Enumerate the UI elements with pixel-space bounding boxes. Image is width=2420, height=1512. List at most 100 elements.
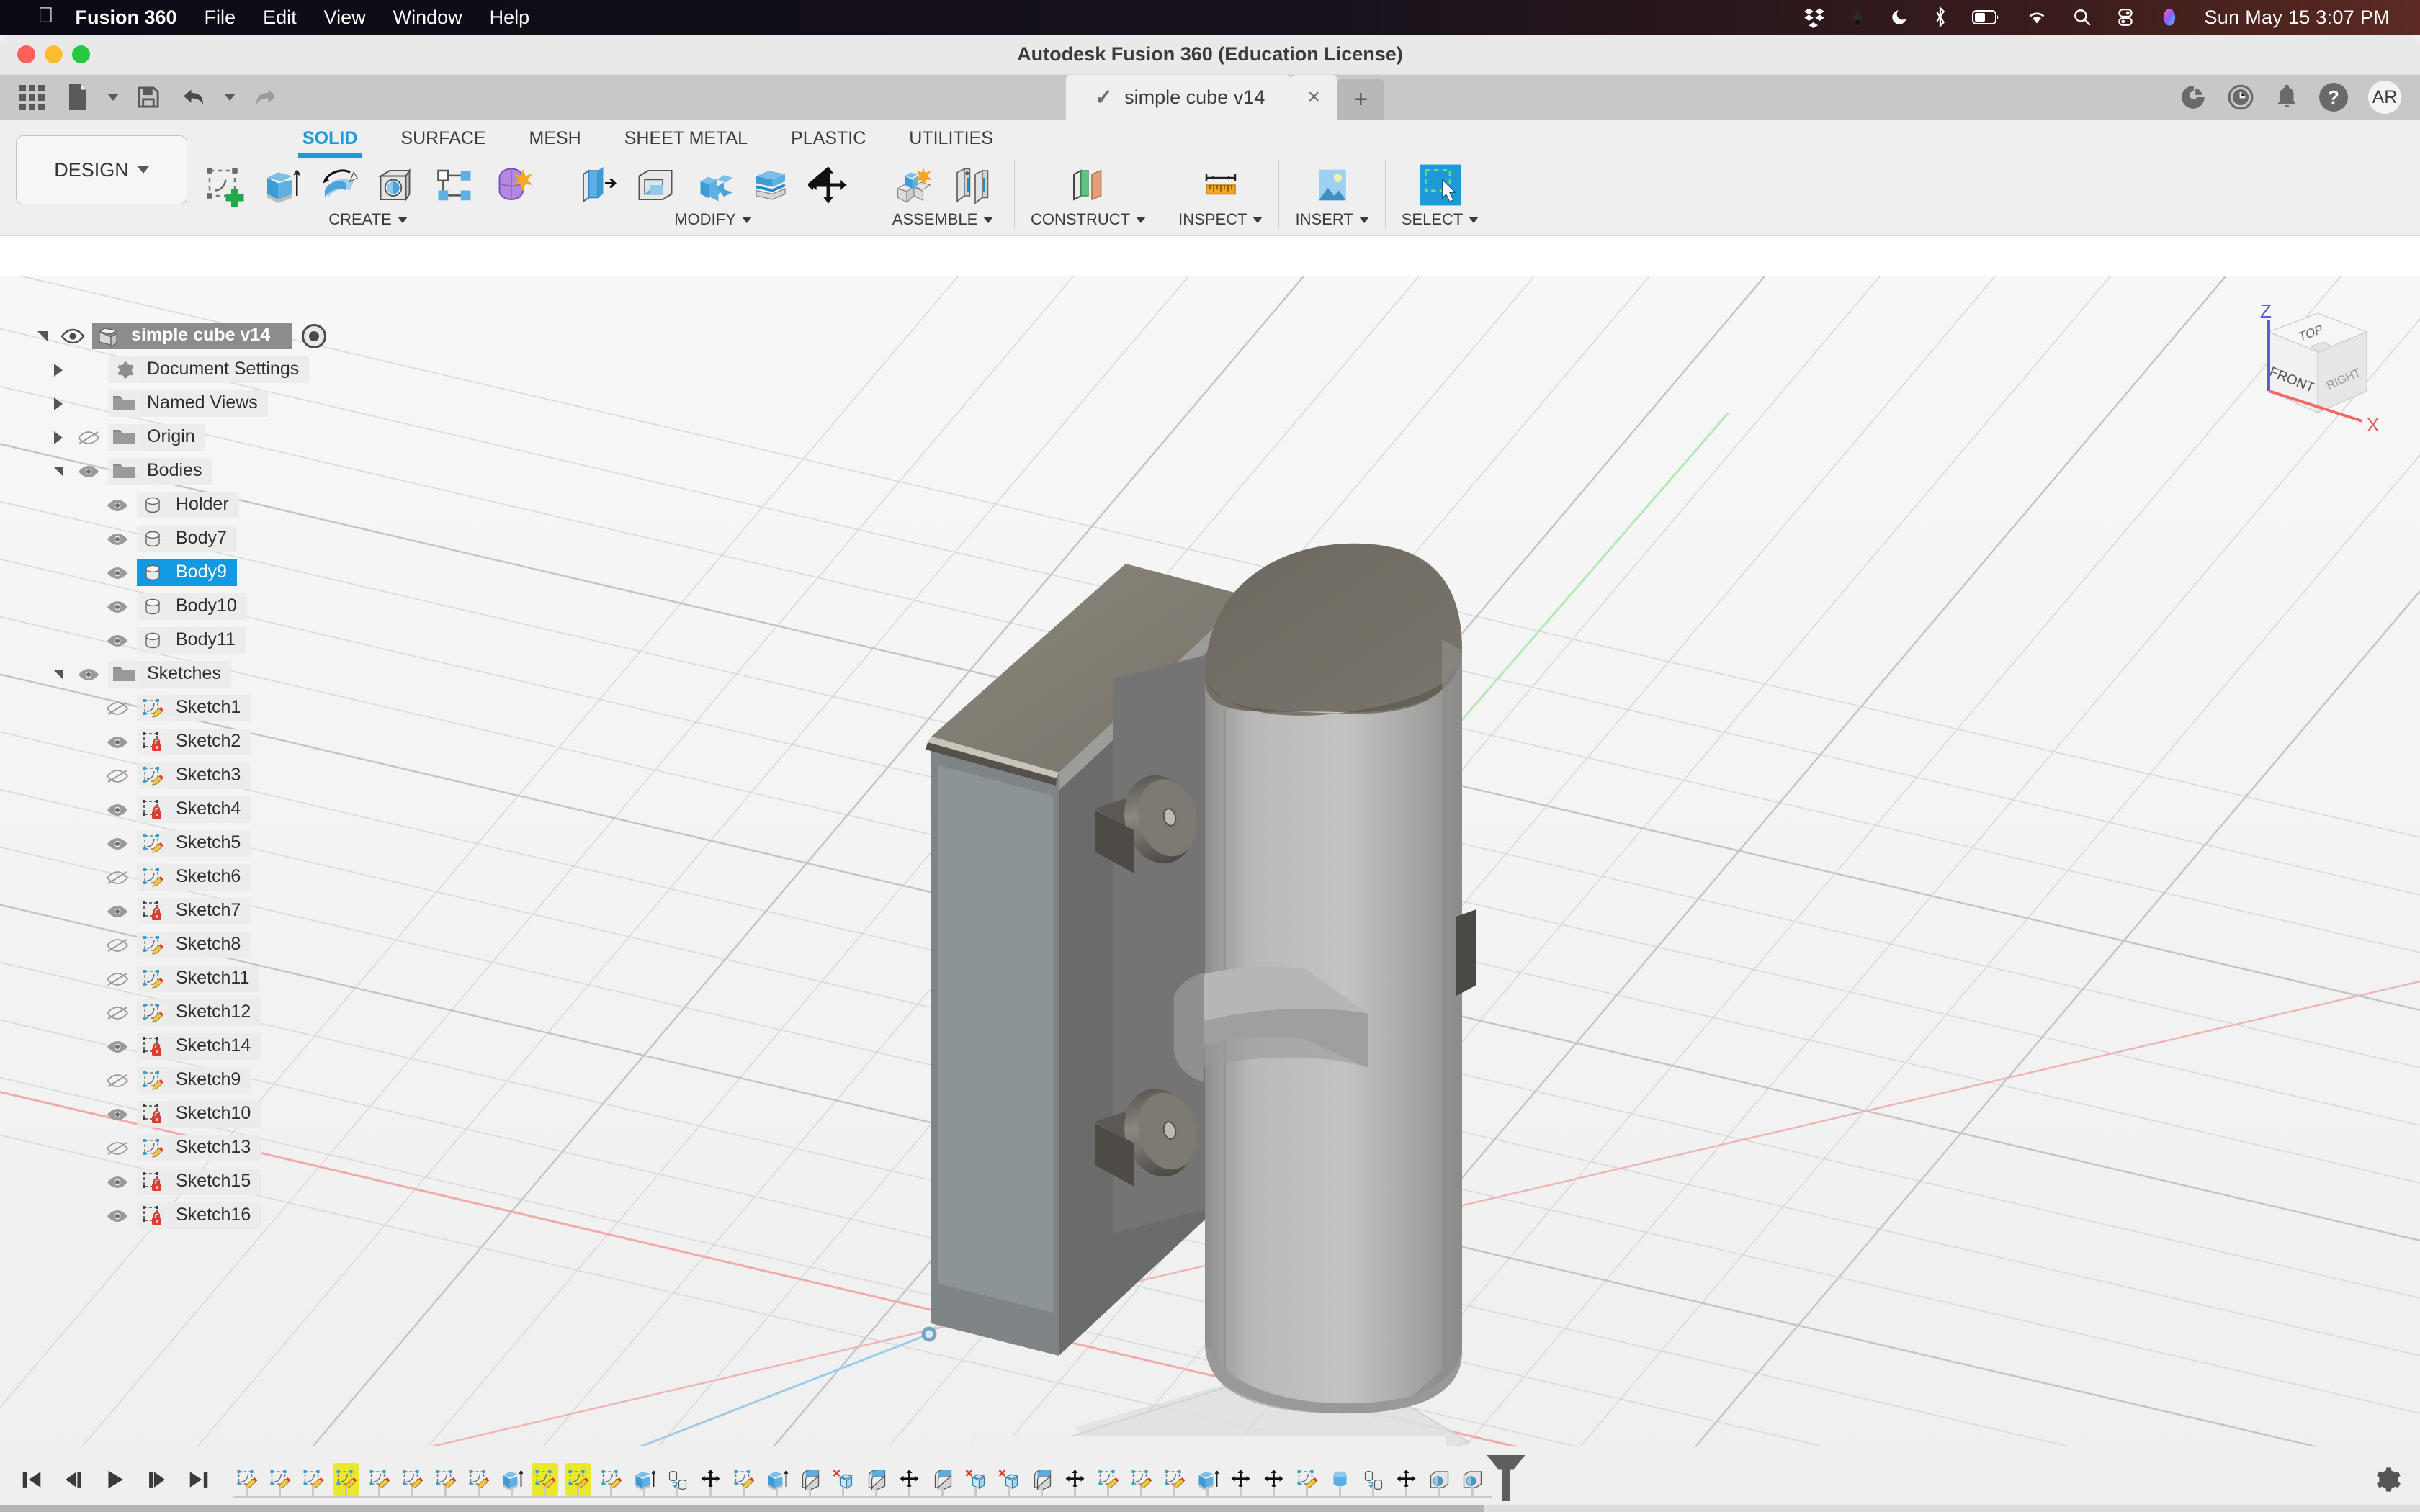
menu-item-edit[interactable]: Edit	[263, 6, 297, 29]
new-component-icon[interactable]	[887, 158, 941, 212]
expand-arrow-icon[interactable]	[48, 363, 69, 377]
step-back-icon[interactable]	[58, 1461, 89, 1498]
visibility-toggle-icon[interactable]	[98, 1005, 137, 1021]
recent-icon[interactable]	[2227, 84, 2254, 111]
moon-icon[interactable]	[1890, 7, 1909, 27]
move-copy-icon[interactable]	[802, 158, 855, 212]
visibility-toggle-icon[interactable]	[98, 734, 137, 750]
timeline-track[interactable]	[233, 1446, 2372, 1512]
collapse-arrow-icon[interactable]	[48, 466, 69, 477]
browser-item-sketch6[interactable]: Sketch6	[32, 860, 334, 894]
visibility-toggle-icon[interactable]	[98, 1107, 137, 1122]
tab-solid[interactable]: SOLID	[281, 120, 379, 158]
expand-arrow-icon[interactable]	[48, 397, 69, 410]
browser-item-sketches[interactable]: Sketches	[32, 657, 334, 691]
skip-start-icon[interactable]	[16, 1461, 48, 1498]
control-center-icon[interactable]	[2116, 8, 2135, 27]
tab-utilities[interactable]: UTILITIES	[887, 120, 1015, 157]
step-forward-icon[interactable]	[141, 1461, 173, 1498]
visibility-toggle-icon[interactable]	[98, 498, 137, 513]
browser-panel[interactable]: simple cube v14 Document Settings Named V…	[32, 319, 334, 1233]
visibility-toggle-icon[interactable]	[98, 633, 137, 649]
battery-icon[interactable]	[1972, 9, 2001, 25]
browser-item-sketch15[interactable]: Sketch15	[32, 1165, 334, 1199]
select-icon[interactable]	[1414, 158, 1467, 212]
menu-item-fusion-360[interactable]: Fusion 360	[76, 6, 177, 29]
new-document-icon[interactable]	[55, 77, 101, 117]
extension-icon[interactable]	[2179, 84, 2207, 111]
new-tab-button[interactable]: +	[1337, 79, 1385, 120]
avatar[interactable]: AR	[2368, 81, 2401, 114]
visibility-toggle-icon[interactable]	[98, 937, 137, 953]
visibility-toggle-icon[interactable]	[69, 464, 108, 480]
visibility-toggle-icon[interactable]	[98, 531, 137, 547]
skip-end-icon[interactable]	[183, 1461, 215, 1498]
browser-item-sketch9[interactable]: Sketch9	[32, 1063, 334, 1097]
visibility-toggle-icon[interactable]	[69, 667, 108, 683]
visibility-toggle-icon[interactable]	[98, 1208, 137, 1224]
form-icon[interactable]	[485, 158, 539, 212]
play-icon[interactable]	[99, 1461, 131, 1498]
timeline-playback-controls[interactable]	[0, 1461, 233, 1498]
browser-item-sketch5[interactable]: Sketch5	[32, 827, 334, 860]
wifi-icon[interactable]	[2025, 9, 2048, 26]
menu-item-window[interactable]: Window	[393, 6, 462, 29]
close-tab-button[interactable]: ×	[1291, 75, 1337, 120]
browser-item-holder[interactable]: Holder	[32, 488, 334, 522]
notification-bell-icon[interactable]	[2275, 84, 2299, 111]
viewport-canvas[interactable]: simple cube v14 Document Settings Named V…	[0, 276, 2420, 1493]
visibility-toggle-icon[interactable]	[98, 565, 137, 581]
visibility-toggle-icon[interactable]	[98, 836, 137, 852]
visibility-toggle-icon[interactable]	[98, 599, 137, 615]
tab-sheet-metal[interactable]: SHEET METAL	[603, 120, 769, 157]
revolve-icon[interactable]	[313, 158, 366, 212]
hole-icon[interactable]	[370, 158, 424, 212]
offset-plane-icon[interactable]	[1062, 158, 1115, 212]
browser-item-origin[interactable]: Origin	[32, 420, 334, 454]
press-pull-icon[interactable]	[571, 158, 624, 212]
insert-image-icon[interactable]	[1306, 158, 1359, 212]
browser-item-document-settings[interactable]: Document Settings	[32, 353, 334, 387]
browser-item-body9[interactable]: Body9	[32, 556, 334, 590]
expand-arrow-icon[interactable]	[48, 431, 69, 444]
browser-item-sketch14[interactable]: Sketch14	[32, 1030, 334, 1063]
visibility-toggle-icon[interactable]	[98, 768, 137, 784]
combine-icon[interactable]	[686, 158, 740, 212]
browser-item-bodies[interactable]: Bodies	[32, 454, 334, 488]
browser-item-body10[interactable]: Body10	[32, 590, 334, 624]
visibility-toggle-icon[interactable]	[98, 870, 137, 886]
timeline-playhead[interactable]	[1502, 1460, 1510, 1501]
menu-item-view[interactable]: View	[324, 6, 366, 29]
visibility-toggle-icon[interactable]	[53, 328, 92, 344]
timeline-bar[interactable]	[0, 1446, 2420, 1512]
browser-item-body7[interactable]: Body7	[32, 522, 334, 556]
browser-item-body11[interactable]: Body11	[32, 624, 334, 657]
visibility-toggle-icon[interactable]	[98, 1039, 137, 1055]
browser-root-item[interactable]: simple cube v14	[32, 319, 334, 353]
undo-dropdown[interactable]	[218, 77, 242, 117]
apple-icon[interactable]: 	[37, 4, 54, 28]
help-icon[interactable]: ?	[2319, 83, 2348, 112]
browser-item-sketch8[interactable]: Sketch8	[32, 928, 334, 962]
timeline-settings[interactable]	[2372, 1465, 2420, 1494]
extrude-icon[interactable]	[255, 158, 308, 212]
measure-icon[interactable]	[1194, 158, 1247, 212]
undo-icon[interactable]	[171, 77, 218, 117]
view-cube[interactable]: TOP FRONT RIGHT Z X	[2226, 297, 2391, 441]
create-sketch-icon[interactable]	[197, 158, 251, 212]
browser-item-sketch10[interactable]: Sketch10	[32, 1097, 334, 1131]
siri-icon[interactable]	[2159, 7, 2179, 27]
timeline-scrollbar[interactable]	[0, 1505, 2420, 1512]
settings-icon[interactable]	[2372, 1465, 2401, 1494]
dropbox-icon[interactable]	[1803, 6, 1825, 28]
split-body-icon[interactable]	[744, 158, 797, 212]
menu-item-file[interactable]: File	[205, 6, 236, 29]
new-document-dropdown[interactable]	[101, 77, 125, 117]
tab-surface[interactable]: SURFACE	[379, 120, 507, 157]
browser-item-sketch1[interactable]: Sketch1	[32, 691, 334, 725]
menubar-clock[interactable]: Sun May 15 3:07 PM	[2204, 6, 2390, 29]
bluetooth-icon[interactable]	[1933, 6, 1948, 28]
joint-icon[interactable]	[945, 158, 998, 212]
browser-item-sketch13[interactable]: Sketch13	[32, 1131, 334, 1165]
visibility-toggle-icon[interactable]	[98, 1073, 137, 1089]
